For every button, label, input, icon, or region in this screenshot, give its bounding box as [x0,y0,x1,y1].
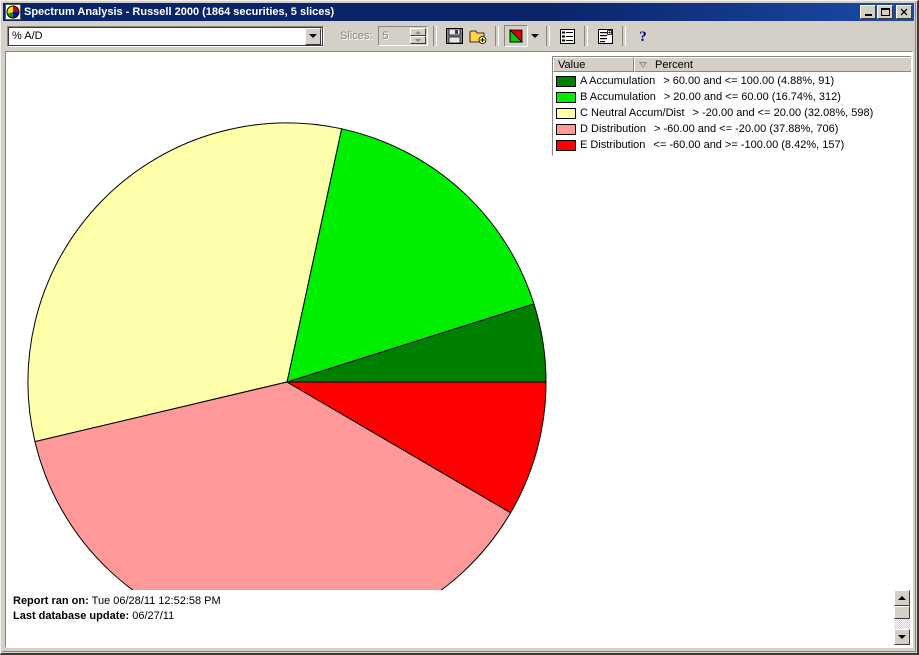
help-button[interactable]: ? [631,25,655,47]
window-controls [859,5,912,19]
legend-row[interactable]: D Distribution > -60.00 and <= -20.00 (37… [553,121,911,137]
legend-row[interactable]: B Accumulation > 20.00 and <= 60.00 (16.7… [553,89,911,105]
report-canvas: Value Percent A Accumulation > 60.00 and … [7,53,911,646]
legend-column-percent-label: Percent [655,58,693,71]
last-update-label: Last database update: [13,610,130,622]
sort-descending-icon [639,61,647,68]
report-client-area: Value Percent A Accumulation > 60.00 and … [5,51,913,648]
toolbar: % A/D Slices: 5 ? [3,22,914,50]
legend-header: Value Percent [553,57,911,72]
toolbar-separator-4 [584,26,589,46]
legend-series-name: E Distribution [580,139,646,151]
title-bar[interactable]: Spectrum Analysis - Russell 2000 (1864 s… [3,3,914,21]
vertical-scrollbar[interactable] [894,590,910,645]
pie-chart-icon [5,4,21,20]
toolbar-separator-5 [622,26,627,46]
toolbar-separator-2 [495,26,500,46]
open-add-button[interactable] [466,25,490,47]
chevron-down-icon[interactable] [305,27,321,45]
legend-color-swatch [556,75,576,87]
legend-series-range: > -60.00 and <= -20.00 (37.88%, 706) [654,123,839,135]
spectrum-analysis-window: Spectrum Analysis - Russell 2000 (1864 s… [0,0,919,655]
window-title: Spectrum Analysis - Russell 2000 (1864 s… [24,6,335,18]
detail-report-button[interactable] [593,25,617,47]
report-ran-value: Tue 06/28/11 12:52:58 PM [91,595,221,607]
last-update-value: 06/27/11 [132,610,175,622]
legend-column-value-label: Value [558,58,586,71]
scrollbar-track[interactable] [894,619,910,629]
pie-chart[interactable] [22,65,547,590]
toolbar-separator-3 [546,26,551,46]
legend-series-name: A Accumulation [580,75,656,87]
legend-color-swatch [556,123,576,135]
last-update-line: Last database update: 06/27/11 [13,609,221,624]
save-button[interactable] [442,25,466,47]
svg-text:?: ? [640,29,648,44]
chart-type-button[interactable] [504,25,529,47]
list-report-button[interactable] [555,25,579,47]
legend-series-range: <= -60.00 and >= -100.00 (8.42%, 157) [653,139,845,151]
report-ran-line: Report ran on: Tue 06/28/11 12:52:58 PM [13,594,221,609]
legend-series-range: > 60.00 and <= 100.00 (4.88%, 91) [663,75,835,87]
indicator-select-value: % A/D [12,30,43,42]
legend-series-name: C Neutral Accum/Dist [580,107,685,119]
slices-label: Slices: [340,30,373,42]
legend-series-range: > 20.00 and <= 60.00 (16.74%, 312) [663,91,841,103]
close-button[interactable] [896,5,912,19]
legend-color-swatch [556,139,576,151]
legend-column-value[interactable]: Value [553,57,634,72]
slices-stepper[interactable]: 5 [378,26,429,46]
legend-rows: A Accumulation > 60.00 and <= 100.00 (4.8… [553,72,911,155]
legend-row[interactable]: E Distribution <= -60.00 and >= -100.00 (… [553,137,911,153]
legend-series-name: B Accumulation [580,91,656,103]
scroll-up-button[interactable] [894,590,910,606]
legend-color-swatch [556,107,576,119]
minimize-button[interactable] [860,5,876,19]
scrollbar-thumb[interactable] [894,606,910,619]
report-ran-label: Report ran on: [13,595,89,607]
toolbar-separator [433,26,438,46]
indicator-select[interactable]: % A/D [7,25,324,47]
legend-column-percent[interactable]: Percent [634,57,911,72]
slices-increment-button[interactable] [410,28,427,36]
slices-decrement-button[interactable] [410,36,427,44]
maximize-button[interactable] [877,5,893,19]
scroll-down-button[interactable] [894,629,910,645]
legend-row[interactable]: A Accumulation > 60.00 and <= 100.00 (4.8… [553,73,911,89]
legend-color-swatch [556,91,576,103]
chart-type-dropdown[interactable] [528,25,541,47]
legend-row[interactable]: C Neutral Accum/Dist > -20.00 and <= 20.0… [553,105,911,121]
report-footer: Report ran on: Tue 06/28/11 12:52:58 PM … [13,594,221,624]
legend-series-name: D Distribution [580,123,647,135]
slices-value: 5 [382,30,389,42]
legend-panel: Value Percent A Accumulation > 60.00 and … [552,56,911,156]
legend-series-range: > -20.00 and <= 20.00 (32.08%, 598) [692,107,874,119]
slices-stepper-buttons[interactable] [410,28,427,44]
